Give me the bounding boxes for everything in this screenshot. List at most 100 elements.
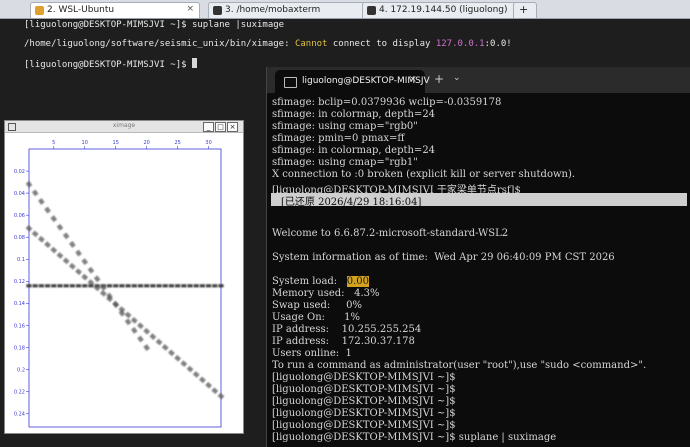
output-line: sfimage: pmin=0 pmax=ff <box>272 133 405 144</box>
stat-line: Memory used: 4.3% <box>272 288 379 299</box>
event-trace-mark <box>69 284 75 288</box>
event-trace-mark <box>199 284 206 288</box>
ximage-plot-area[interactable]: 5 10 15 20 25 30 0.02 0.04 0.06 0.08 0.1 0.12 0.14 0… <box>5 133 243 433</box>
maximize-button[interactable]: □ <box>215 122 226 132</box>
terminal-line: [liguolong@DESKTOP-MIMSJVI ~]$ suplane |… <box>24 20 285 30</box>
tab-label: 2. WSL-Ubuntu <box>47 5 115 15</box>
y-tick-label: 0.02 <box>14 169 25 175</box>
x-tick-label: 10 <box>82 140 88 146</box>
new-tab-plus-icon[interactable]: + <box>434 72 444 86</box>
event-trace-mark <box>162 284 168 288</box>
x-tick-label: 5 <box>52 140 55 146</box>
stat-line: Usage On: 1% <box>272 312 360 323</box>
event-trace-mark <box>168 284 175 288</box>
stat-key: Swap used: <box>272 300 347 311</box>
tab-home-mobaxterm[interactable]: 3. /home/mobaxterm × <box>208 2 380 18</box>
y-tick-label: 0.08 <box>14 235 25 241</box>
stat-line: IP address: 172.30.37.178 <box>272 336 415 347</box>
stat-value: 1 <box>345 348 352 359</box>
event-trace-mark <box>212 284 218 288</box>
restored-text: [已还原 2026/4/29 18:16:04] <box>281 197 422 208</box>
stat-value: 10.255.255.254 <box>341 324 422 335</box>
event-trace-mark <box>44 284 51 288</box>
event-trace-mark <box>106 284 113 288</box>
root-hint-line: To run a command as administrator(user "… <box>272 360 647 371</box>
terminal-cursor <box>191 58 197 68</box>
minimize-button[interactable]: _ <box>203 122 214 132</box>
terminal-error-line: /home/liguolong/software/seismic_unix/bi… <box>24 39 512 49</box>
chevron-down-icon[interactable]: ⌄ <box>453 73 461 83</box>
event-trace-mark <box>187 284 193 288</box>
stat-line: IP address: 10.255.255.254 <box>272 324 421 335</box>
event-trace-mark <box>38 284 44 288</box>
event-trace-mark <box>150 284 156 288</box>
output-line: sfimage: using cmap="rgb1" <box>272 157 418 168</box>
event-trace-mark <box>218 284 224 288</box>
stat-key: Memory used: <box>272 288 355 299</box>
windows-terminal-window[interactable]: liguolong@DESKTOP-MIMSJV × + ⌄ sfimage: … <box>266 67 690 447</box>
ximage-window[interactable]: ximage _ □ × 5 10 15 20 25 30 0.02 0.04 0.06 0.0… <box>4 120 244 434</box>
output-line: sfimage: bclip=0.0379936 wclip=-0.035917… <box>272 97 502 108</box>
prompt-line: [liguolong@DESKTOP-MIMSJVI ~]$ <box>272 396 456 407</box>
plus-icon: + <box>519 3 529 16</box>
y-tick-label: 0.14 <box>14 301 25 307</box>
x-axis: 5 10 15 20 25 30 <box>52 140 212 149</box>
event-trace-mark <box>206 284 212 288</box>
x-tick-label: 30 <box>205 140 211 146</box>
event-trace-mark <box>51 284 57 288</box>
y-tick-label: 0.06 <box>14 213 25 219</box>
prompt-line: [liguolong@DESKTOP-MIMSJVI ~]$ <box>272 420 456 431</box>
event-trace-mark <box>175 284 181 288</box>
event-trace-mark <box>75 284 82 288</box>
error-mid: connect to display <box>327 39 436 49</box>
prompt-line: [liguolong@DESKTOP-MIMSJVI ~]$ suplane |… <box>272 432 557 443</box>
event-trace-mark <box>156 284 162 288</box>
y-tick-label: 0.22 <box>14 389 25 395</box>
error-cannot: Cannot <box>294 39 328 49</box>
event-trace-mark <box>181 284 187 288</box>
stat-line: Swap used: 0% <box>272 300 362 311</box>
tab-wsl-ubuntu[interactable]: 2. WSL-Ubuntu × <box>30 2 200 18</box>
tab-remote-session[interactable]: 4. 172.19.144.50 (liguolong) × <box>362 2 534 18</box>
tab-liguolong-session[interactable]: liguolong@DESKTOP-MIMSJV × <box>275 70 430 93</box>
stat-value: 4.3% <box>354 288 380 299</box>
y-tick-label: 0.24 <box>14 412 25 418</box>
stat-key: IP address: <box>272 324 342 335</box>
welcome-line: Welcome to 6.6.87.2-microsoft-standard-W… <box>272 228 509 239</box>
event-trace-mark <box>26 284 32 288</box>
error-path: /home/liguolong/software/seismic_unix/bi… <box>24 39 295 49</box>
tab-label: 4. 172.19.144.50 (liguolong) <box>379 5 508 15</box>
event-trace-mark <box>57 284 63 288</box>
new-tab-button[interactable]: + <box>513 2 537 18</box>
x-tick-label: 25 <box>174 140 180 146</box>
x-tick-label: 20 <box>143 140 149 146</box>
y-tick-label: 0.04 <box>14 191 25 197</box>
close-icon[interactable]: × <box>186 4 194 14</box>
stat-key: Users online: <box>272 348 346 359</box>
error-ip: 127.0.0.1 <box>435 39 485 49</box>
windows-terminal-output[interactable]: sfimage: bclip=0.0379936 wclip=-0.035917… <box>267 93 690 447</box>
seismic-image: 5 10 15 20 25 30 0.020.040.060.080.10.120.140… <box>14 140 225 428</box>
windows-terminal-titlebar: liguolong@DESKTOP-MIMSJV × + ⌄ <box>267 67 690 93</box>
sysinfo-line: System information as of time: Wed Apr 2… <box>272 252 615 263</box>
close-button[interactable]: × <box>227 122 238 132</box>
session-tab-bar: 2. WSL-Ubuntu × 3. /home/mobaxterm × 4. … <box>0 0 690 19</box>
error-tail: :0.0! <box>484 39 512 49</box>
terminal-prompt-line: [liguolong@DESKTOP-MIMSJVI ~]$ <box>24 58 197 70</box>
close-icon[interactable]: × <box>409 74 417 85</box>
terminal-icon <box>367 6 376 15</box>
y-tick-label: 0.16 <box>14 323 25 329</box>
penguin-icon <box>35 6 44 15</box>
y-tick-label: 0.1 <box>17 257 25 263</box>
output-line: sfimage: in colormap, depth=24 <box>272 109 436 120</box>
ximage-titlebar[interactable]: ximage _ □ × <box>5 121 243 133</box>
event-trace-mark <box>144 284 150 288</box>
stat-value: 172.30.37.178 <box>341 336 415 347</box>
stat-key: IP address: <box>272 336 342 347</box>
stat-value: 1% <box>344 312 360 323</box>
event-trace-mark <box>82 284 88 288</box>
y-tick-label: 0.12 <box>14 279 25 285</box>
terminal-icon <box>213 6 222 15</box>
stat-line: System load: 0.00 <box>272 276 369 287</box>
y-tick-label: 0.2 <box>17 367 25 373</box>
